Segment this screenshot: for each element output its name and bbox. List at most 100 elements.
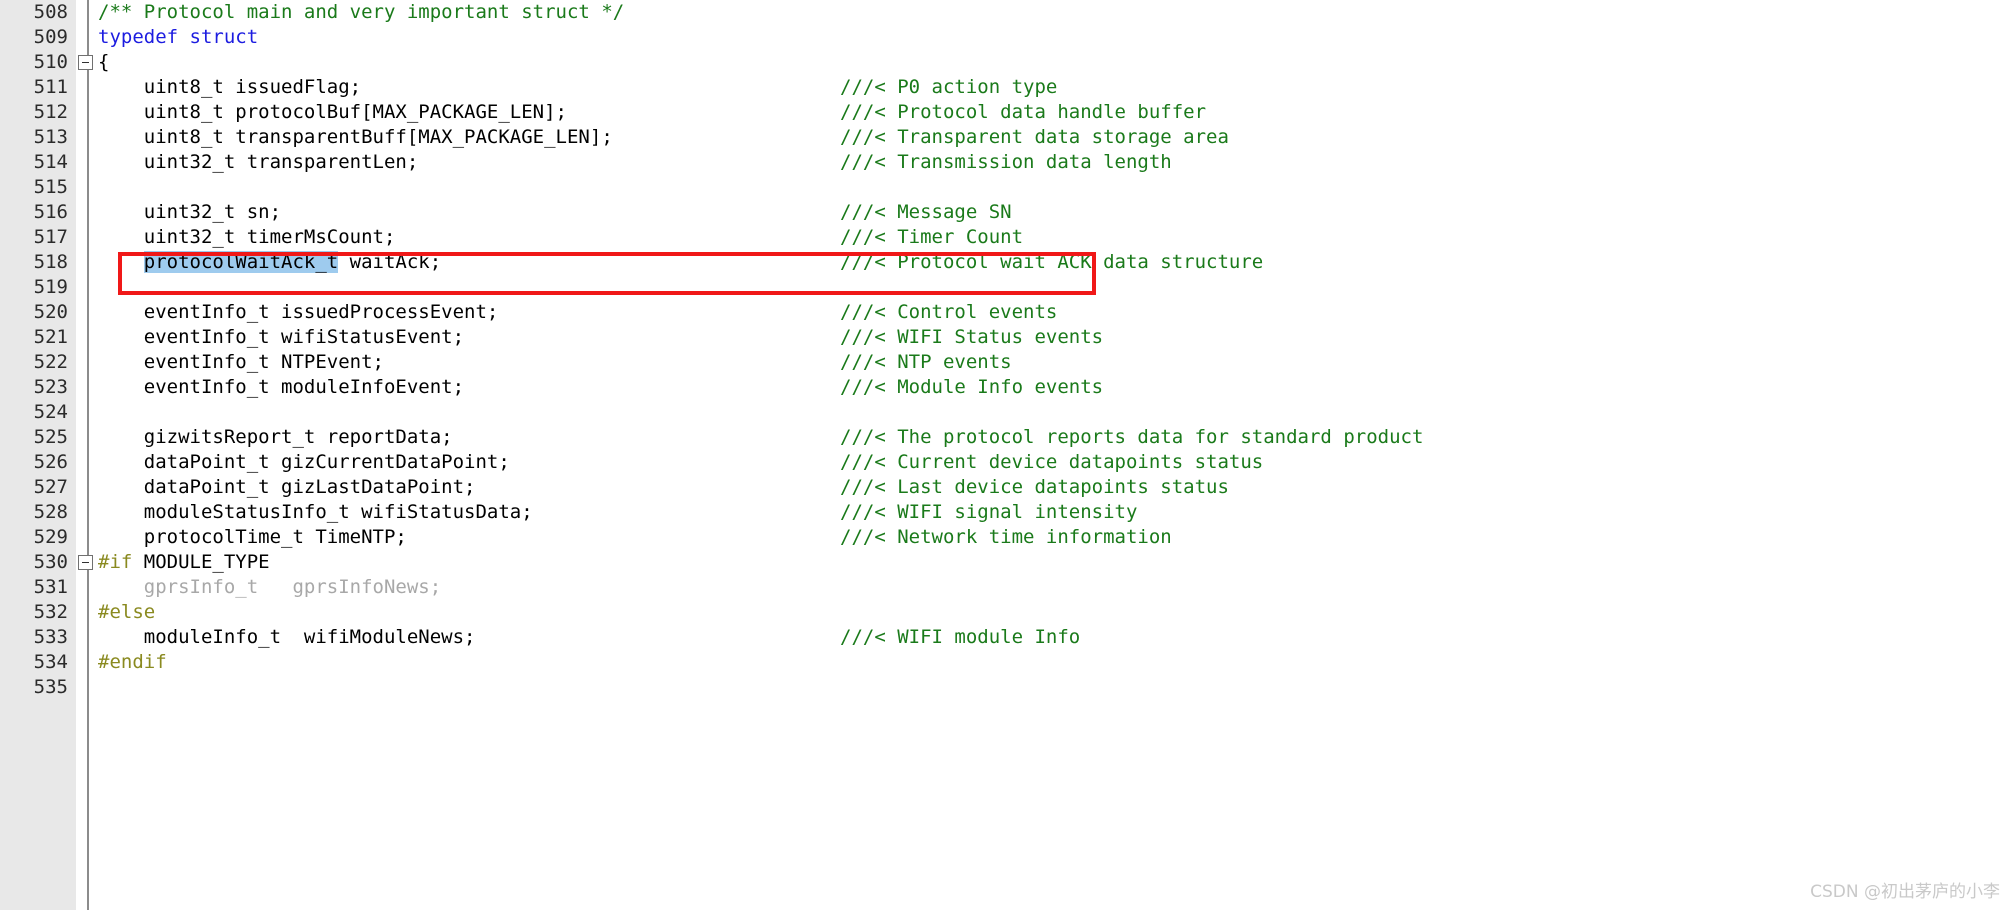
code-line-509[interactable]: 509 typedef struct bbox=[0, 25, 2016, 50]
trailing-comment: ///< The protocol reports data for stand… bbox=[840, 426, 1424, 448]
trailing-comment: ///< P0 action type bbox=[840, 76, 1058, 98]
code-statement: gizwitsReport_t reportData; bbox=[98, 426, 453, 448]
line-number: 528 bbox=[33, 501, 68, 523]
code-text[interactable]: uint8_t issuedFlag; bbox=[98, 75, 361, 100]
code-statement: uint32_t timerMsCount; bbox=[98, 226, 396, 248]
code-line-529[interactable]: 529 protocolTime_t TimeNTP; ///< Network … bbox=[0, 525, 2016, 550]
line-number: 523 bbox=[33, 376, 68, 398]
fold-cell bbox=[76, 350, 98, 375]
code-editor-view[interactable]: 508 /** Protocol main and very important … bbox=[0, 0, 2016, 910]
code-text[interactable]: eventInfo_t NTPEvent; bbox=[98, 350, 384, 375]
code-text[interactable]: uint8_t transparentBuff[MAX_PACKAGE_LEN]… bbox=[98, 125, 613, 150]
trailing-comment: ///< Message SN bbox=[840, 201, 1012, 223]
code-line-518[interactable]: 518 protocolWaitAck_t waitAck; ///< Proto… bbox=[0, 250, 2016, 275]
code-statement: eventInfo_t moduleInfoEvent; bbox=[98, 376, 465, 398]
code-line-524[interactable]: 524 bbox=[0, 400, 2016, 425]
fold-cell bbox=[76, 300, 98, 325]
line-number: 524 bbox=[33, 401, 68, 423]
fold-cell bbox=[76, 450, 98, 475]
code-text[interactable]: #if MODULE_TYPE bbox=[98, 550, 270, 575]
fold-cell bbox=[76, 500, 98, 525]
code-line-514[interactable]: 514 uint32_t transparentLen; ///< Transmi… bbox=[0, 150, 2016, 175]
code-line-512[interactable]: 512 uint8_t protocolBuf[MAX_PACKAGE_LEN]… bbox=[0, 100, 2016, 125]
code-statement: protocolTime_t TimeNTP; bbox=[98, 526, 407, 548]
trailing-comment: ///< WIFI signal intensity bbox=[840, 501, 1138, 523]
line-number: 515 bbox=[33, 176, 68, 198]
code-line-533[interactable]: 533 moduleInfo_t wifiModuleNews; ///< WIF… bbox=[0, 625, 2016, 650]
code-line-520[interactable]: 520 eventInfo_t issuedProcessEvent; ///< … bbox=[0, 300, 2016, 325]
selected-token[interactable]: protocolWaitAck_t bbox=[143, 251, 339, 273]
code-text[interactable]: dataPoint_t gizCurrentDataPoint; bbox=[98, 450, 510, 475]
code-statement: uint8_t issuedFlag; bbox=[98, 76, 362, 98]
line-number: 514 bbox=[33, 151, 68, 173]
fold-cell bbox=[76, 600, 98, 625]
trailing-comment: ///< Current device datapoints status bbox=[840, 451, 1264, 473]
trailing-comment: ///< Control events bbox=[840, 301, 1058, 323]
preprocessor-directive: #if bbox=[98, 551, 133, 573]
line-number: 517 bbox=[33, 226, 68, 248]
code-text[interactable]: gizwitsReport_t reportData; bbox=[98, 425, 453, 450]
code-line-521[interactable]: 521 eventInfo_t wifiStatusEvent; ///< WIF… bbox=[0, 325, 2016, 350]
code-text[interactable]: /** Protocol main and very important str… bbox=[98, 0, 624, 25]
fold-cell bbox=[76, 625, 98, 650]
fold-collapse-icon[interactable] bbox=[78, 555, 93, 570]
code-statement: eventInfo_t issuedProcessEvent; bbox=[98, 301, 499, 323]
code-line-515[interactable]: 515 bbox=[0, 175, 2016, 200]
code-line-534[interactable]: 534 #endif bbox=[0, 650, 2016, 675]
fold-cell[interactable] bbox=[76, 50, 98, 75]
line-number: 527 bbox=[33, 476, 68, 498]
code-text[interactable]: #endif bbox=[98, 650, 167, 675]
code-statement: moduleInfo_t wifiModuleNews; bbox=[98, 626, 476, 648]
csdn-watermark: CSDN @初出茅庐的小李 bbox=[1810, 882, 2000, 902]
code-text[interactable]: uint32_t transparentLen; bbox=[98, 150, 419, 175]
code-line-535[interactable]: 535 bbox=[0, 675, 2016, 700]
code-text[interactable]: dataPoint_t gizLastDataPoint; bbox=[98, 475, 476, 500]
code-line-513[interactable]: 513 uint8_t transparentBuff[MAX_PACKAGE_… bbox=[0, 125, 2016, 150]
fold-cell bbox=[76, 75, 98, 100]
code-text[interactable]: protocolWaitAck_t waitAck; bbox=[98, 250, 441, 275]
code-text[interactable]: { bbox=[98, 50, 109, 75]
code-line-530[interactable]: 530 #if MODULE_TYPE bbox=[0, 550, 2016, 575]
line-number: 525 bbox=[33, 426, 68, 448]
trailing-comment: ///< Last device datapoints status bbox=[840, 476, 1229, 498]
preprocessor-directive: #else bbox=[98, 601, 156, 623]
line-number: 530 bbox=[33, 551, 68, 573]
line-number: 519 bbox=[33, 276, 68, 298]
code-text[interactable]: protocolTime_t TimeNTP; bbox=[98, 525, 407, 550]
code-text[interactable]: gprsInfo_t gprsInfoNews; bbox=[98, 575, 441, 600]
code-line-526[interactable]: 526 dataPoint_t gizCurrentDataPoint; ///<… bbox=[0, 450, 2016, 475]
code-line-511[interactable]: 511 uint8_t issuedFlag; ///< P0 action ty… bbox=[0, 75, 2016, 100]
code-text[interactable]: moduleStatusInfo_t wifiStatusData; bbox=[98, 500, 533, 525]
code-line-531[interactable]: 531 gprsInfo_t gprsInfoNews; bbox=[0, 575, 2016, 600]
code-text[interactable]: uint32_t sn; bbox=[98, 200, 281, 225]
code-line-510[interactable]: 510 { bbox=[0, 50, 2016, 75]
line-number: 521 bbox=[33, 326, 68, 348]
fold-cell bbox=[76, 400, 98, 425]
code-line-523[interactable]: 523 eventInfo_t moduleInfoEvent; ///< Mod… bbox=[0, 375, 2016, 400]
code-line-519[interactable]: 519 bbox=[0, 275, 2016, 300]
code-text[interactable]: eventInfo_t issuedProcessEvent; bbox=[98, 300, 499, 325]
code-text[interactable]: uint8_t protocolBuf[MAX_PACKAGE_LEN]; bbox=[98, 100, 567, 125]
code-line-508[interactable]: 508 /** Protocol main and very important … bbox=[0, 0, 2016, 25]
code-text[interactable]: moduleInfo_t wifiModuleNews; bbox=[98, 625, 476, 650]
line-number: 522 bbox=[33, 351, 68, 373]
fold-collapse-icon[interactable] bbox=[78, 55, 93, 70]
code-text[interactable]: #else bbox=[98, 600, 155, 625]
code-text[interactable]: uint32_t timerMsCount; bbox=[98, 225, 396, 250]
fold-cell bbox=[76, 275, 98, 300]
code-text[interactable]: typedef struct bbox=[98, 25, 258, 50]
fold-cell[interactable] bbox=[76, 550, 98, 575]
fold-cell bbox=[76, 525, 98, 550]
code-remainder: waitAck; bbox=[338, 251, 442, 273]
code-line-525[interactable]: 525 gizwitsReport_t reportData; ///< The … bbox=[0, 425, 2016, 450]
code-text[interactable]: eventInfo_t wifiStatusEvent; bbox=[98, 325, 464, 350]
code-line-516[interactable]: 516 uint32_t sn; ///< Message SN bbox=[0, 200, 2016, 225]
code-line-532[interactable]: 532 #else bbox=[0, 600, 2016, 625]
code-line-522[interactable]: 522 eventInfo_t NTPEvent; ///< NTP events bbox=[0, 350, 2016, 375]
code-text[interactable]: eventInfo_t moduleInfoEvent; bbox=[98, 375, 464, 400]
code-statement: dataPoint_t gizLastDataPoint; bbox=[98, 476, 476, 498]
code-line-528[interactable]: 528 moduleStatusInfo_t wifiStatusData; //… bbox=[0, 500, 2016, 525]
code-lines-container[interactable]: 508 /** Protocol main and very important … bbox=[0, 0, 2016, 700]
code-line-517[interactable]: 517 uint32_t timerMsCount; ///< Timer Cou… bbox=[0, 225, 2016, 250]
code-line-527[interactable]: 527 dataPoint_t gizLastDataPoint; ///< La… bbox=[0, 475, 2016, 500]
